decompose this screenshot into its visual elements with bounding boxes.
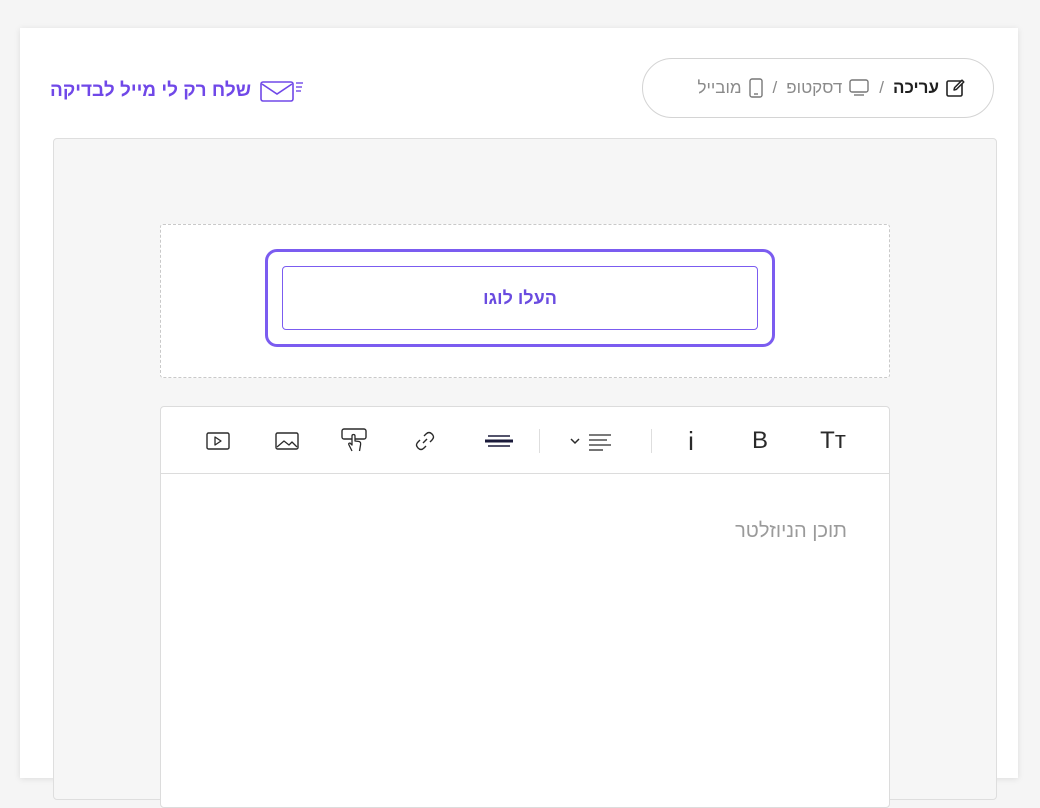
envelope-icon xyxy=(260,81,303,102)
editor-toolbar: i B Tт xyxy=(161,407,889,474)
toolbar-divider xyxy=(539,429,540,453)
bold-icon[interactable]: B xyxy=(749,427,771,455)
mode-separator: / xyxy=(772,78,778,97)
mode-desktop[interactable]: דסקטופ xyxy=(786,78,870,98)
mode-edit[interactable]: עריכה xyxy=(893,77,967,99)
text-size-icon[interactable]: Tт xyxy=(815,427,851,455)
newsletter-content-placeholder[interactable]: תוכן הניוזלטר xyxy=(735,520,847,543)
mode-mobile-label: מובייל xyxy=(697,78,742,97)
mode-separator: / xyxy=(879,78,884,97)
italic-icon[interactable]: i xyxy=(682,426,700,456)
edit-icon xyxy=(946,79,965,97)
align-dropdown-icon[interactable] xyxy=(567,427,617,455)
mobile-icon xyxy=(748,78,763,98)
button-click-icon[interactable] xyxy=(340,427,370,455)
email-builder-card: עריכה / דסקטופ / מובייל שלח רק לי מייל ל… xyxy=(20,28,1018,808)
mode-edit-label: עריכה xyxy=(893,78,939,97)
logo-drop-zone[interactable]: העלו לוגו xyxy=(160,224,890,378)
upload-logo-button[interactable]: העלו לוגו xyxy=(282,266,758,330)
newsletter-editor: i B Tт תוכן הניוזלטר xyxy=(160,406,890,808)
send-test-mail-link[interactable]: שלח רק לי מייל לבדיקה xyxy=(50,78,305,104)
mode-mobile[interactable]: מובייל xyxy=(697,77,763,99)
view-mode-switcher: עריכה / דסקטופ / מובייל xyxy=(642,58,994,118)
logo-upload-focus-ring: העלו לוגו xyxy=(265,249,775,347)
link-icon[interactable] xyxy=(413,427,437,455)
send-test-mail-label: שלח רק לי מייל לבדיקה xyxy=(50,80,251,101)
email-canvas: העלו לוגו i B Tт תוכן הניוזלטר xyxy=(53,138,997,808)
video-icon[interactable] xyxy=(205,427,231,455)
toolbar-divider xyxy=(651,429,652,453)
mode-desktop-label: דסקטופ xyxy=(786,78,843,97)
image-icon[interactable] xyxy=(274,427,300,455)
desktop-icon xyxy=(849,79,869,96)
divider-icon[interactable] xyxy=(483,427,515,455)
